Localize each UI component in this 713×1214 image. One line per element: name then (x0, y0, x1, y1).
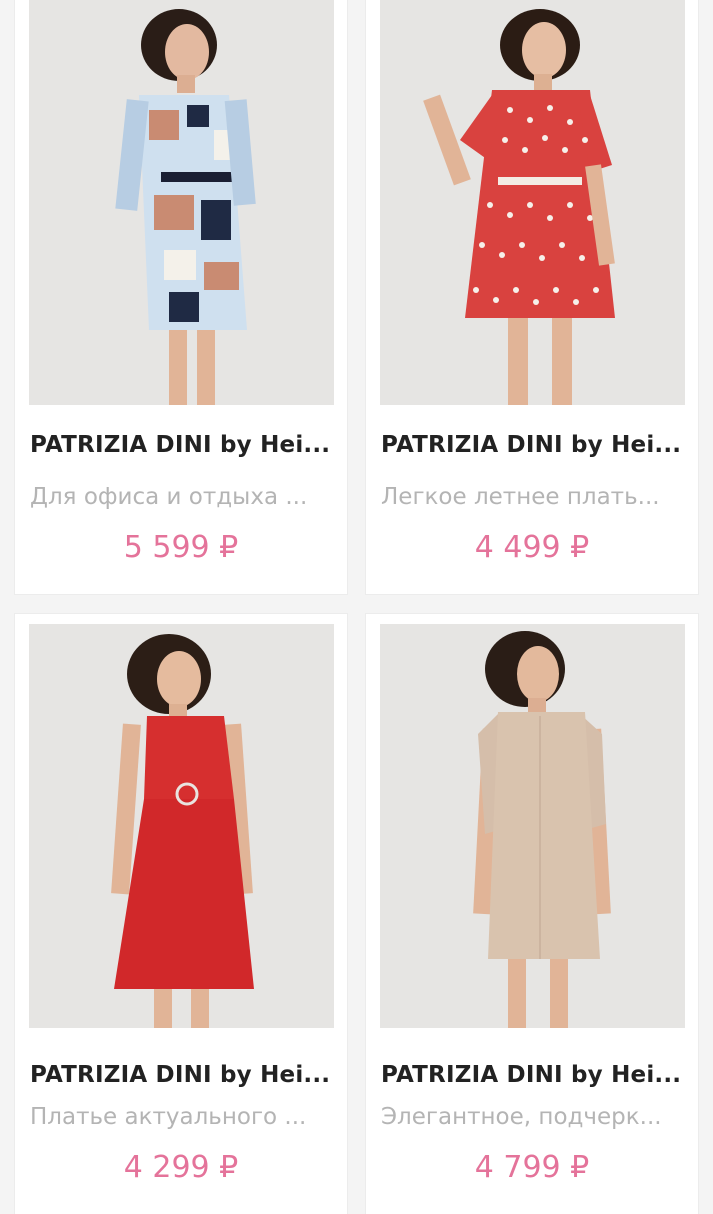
product-card[interactable]: PATRIZIA DINI by Hei... Элегантное, подч… (366, 614, 698, 1214)
product-description: Элегантное, подчерк... (381, 1104, 662, 1130)
product-image[interactable] (29, 624, 334, 1028)
product-brand: PATRIZIA DINI by Hei... (381, 1062, 682, 1088)
product-card[interactable]: PATRIZIA DINI by Hei... Легкое летнее пл… (366, 0, 698, 594)
product-description: Для офиса и отдыха ... (30, 484, 308, 510)
product-price: 4 299 ₽ (123, 1150, 239, 1185)
product-price: 4 799 ₽ (474, 1150, 590, 1185)
product-card[interactable]: PATRIZIA DINI by Hei... Платье актуально… (15, 614, 347, 1214)
product-image[interactable] (380, 0, 685, 405)
product-price: 5 599 ₽ (123, 530, 239, 565)
product-description: Платье актуального ... (30, 1104, 307, 1130)
product-brand: PATRIZIA DINI by Hei... (381, 432, 682, 458)
product-price: 4 499 ₽ (474, 530, 590, 565)
product-grid: PATRIZIA DINI by Hei... Для офиса и отды… (0, 0, 713, 1214)
product-image[interactable] (380, 624, 685, 1028)
product-brand: PATRIZIA DINI by Hei... (30, 432, 331, 458)
product-card[interactable]: PATRIZIA DINI by Hei... Для офиса и отды… (15, 0, 347, 594)
product-brand: PATRIZIA DINI by Hei... (30, 1062, 331, 1088)
product-image[interactable] (29, 0, 334, 405)
product-description: Легкое летнее плать... (381, 484, 660, 510)
